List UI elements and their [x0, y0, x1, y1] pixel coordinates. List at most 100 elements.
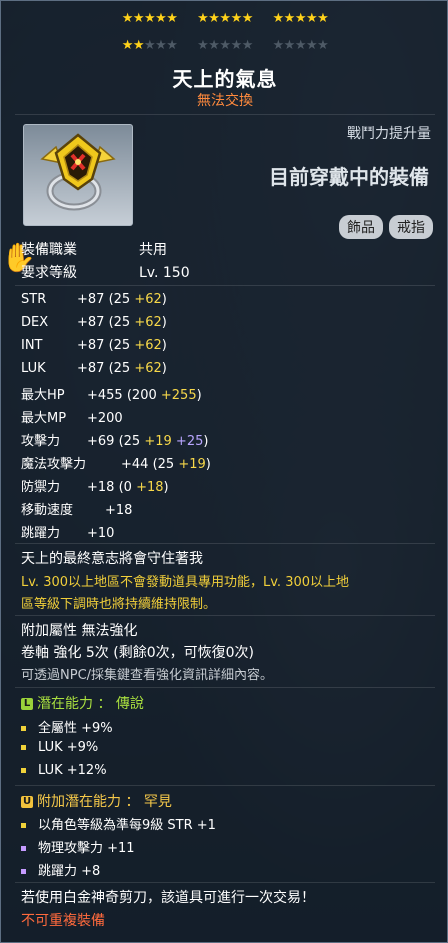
currently-equipped-label: 目前穿戴中的裝備 [269, 165, 429, 189]
stat-close: ) [196, 388, 202, 403]
stat-label: LUK [21, 361, 46, 376]
star-filled: ★★ [121, 38, 145, 53]
star-group-2: ★★★★★ [197, 11, 253, 26]
stat-label: 攻擊力 [21, 434, 61, 449]
stat-label: 最大MP [21, 411, 67, 426]
level-warning-line-2: 區等級下調時也將持續維持限制。 [21, 597, 217, 612]
stat-row: 魔法攻擊力 +44 (25 +19) [21, 453, 211, 472]
bullet-icon [21, 846, 26, 851]
stat-label: 移動速度 [21, 503, 74, 518]
level-warning-line-1: Lv. 300以上地區不會發動道具專用功能，Lv. 300以上地 [21, 575, 350, 590]
star-group-1: ★★★★★ [121, 11, 178, 26]
flavor-text: 天上的最終意志將會守住著我 [21, 551, 203, 567]
potential-title: 潛在能力 ： 傳說 [37, 696, 144, 712]
item-name: 天上的氣息 [172, 67, 278, 91]
stat-base: (25 [108, 292, 131, 307]
bullet-icon [21, 869, 26, 874]
tag-ring: 戒指 [389, 215, 433, 239]
stat-row: 跳躍力 +10 [21, 522, 114, 541]
stat-base: (25 [118, 434, 141, 449]
req-value: 共用 [139, 242, 167, 258]
potential-line: LUK +9% [21, 740, 98, 755]
stat-row: 攻擊力 +69 (25 +19 +25) [21, 430, 208, 449]
req-level: 要求等級 Lv. 150 [21, 262, 190, 282]
req-value: Lv. 150 [139, 265, 190, 281]
stat-label: DEX [21, 315, 49, 330]
stat-base: (200 [126, 388, 157, 403]
stat-bonus: +19 [178, 457, 206, 472]
stat-bonus: +19 [144, 434, 172, 449]
stat-label: 最大HP [21, 388, 65, 403]
enhance-hint: 可透過NPC/採集鍵查看強化資訊詳細內容。 [21, 668, 274, 683]
stat-base: (25 [152, 457, 175, 472]
bonus-potential-line: 跳躍力 +8 [21, 860, 100, 879]
stat-row: 最大HP +455 (200 +255) [21, 384, 202, 403]
stat-label: 防禦力 [21, 480, 61, 495]
stat-bonus: +62 [134, 338, 162, 353]
potential-value: LUK +12% [38, 763, 107, 778]
stat-row: 移動速度 +18 [21, 499, 132, 518]
potential-value: 全屬性 +9% [38, 721, 113, 736]
item-icon-frame [23, 124, 133, 226]
unique-equip-note: 不可重複裝備 [21, 913, 105, 929]
stat-close: ) [203, 434, 209, 449]
stat-bonus-star: +25 [175, 434, 204, 449]
power-increase-label: 戰鬥力提升量 [347, 126, 431, 142]
divider [15, 785, 435, 786]
star-group-4: ★★★★★ [122, 39, 178, 53]
bonus-potential-value: 跳躍力 +8 [38, 864, 101, 879]
divider [15, 615, 435, 616]
potential-value: LUK +9% [38, 740, 99, 755]
bonus-potential-line: 物理攻擊力 +11 [21, 837, 135, 856]
stat-total: +69 [87, 434, 115, 449]
bullet-icon [21, 726, 26, 731]
unique-badge-icon: U [21, 796, 33, 808]
stat-row: 最大MP +200 [21, 407, 123, 426]
stat-total: +44 [121, 457, 149, 472]
ring-icon [40, 133, 116, 211]
stat-row: 防禦力 +18 (0 +18) [21, 476, 169, 495]
stat-label: INT [21, 338, 43, 353]
req-label: 裝備職業 [21, 242, 77, 258]
category-tags: 飾品 戒指 [339, 215, 433, 239]
req-label: 要求等級 [21, 265, 77, 281]
bonus-potential-title: 附加潛在能力 ： 罕見 [37, 794, 172, 810]
bonus-potential-line: 以角色等級為準每9級 STR +1 [21, 814, 216, 833]
stat-base: (0 [118, 480, 132, 495]
stat-close: ) [161, 315, 167, 330]
scissors-trade-note: 若使用白金神奇剪刀，該道具可進行一次交易！ [21, 890, 315, 906]
star-group-6: ★★★★★ [272, 38, 329, 53]
stat-total: +10 [87, 526, 115, 541]
stat-bonus: +62 [134, 315, 162, 330]
star-force-row-2: ★★★★★ ★★★★★ ★★★★★ [1, 39, 448, 53]
divider [15, 687, 435, 688]
star-force-row-1: ★★★★★ ★★★★★ ★★★★★ [1, 12, 448, 26]
bullet-icon [21, 823, 26, 828]
stat-base: (25 [108, 338, 131, 353]
stat-bonus: +62 [134, 292, 162, 307]
stat-label: 魔法攻擊力 [21, 457, 87, 472]
bonus-potential-header: U 附加潛在能力 ： 罕見 [21, 791, 172, 811]
stat-base: (25 [108, 315, 131, 330]
stat-total: +18 [87, 480, 115, 495]
divider [15, 114, 435, 115]
legendary-badge-icon: L [21, 698, 33, 710]
tag-accessory: 飾品 [339, 215, 383, 239]
stat-close: ) [161, 292, 167, 307]
bonus-potential-value: 物理攻擊力 +11 [38, 841, 135, 856]
bullet-icon [21, 768, 26, 773]
req-job: 裝備職業 共用 [21, 239, 167, 259]
stat-row: STR +87 (25 +62) [21, 292, 167, 307]
star-empty: ★★★ [144, 38, 178, 53]
divider [15, 285, 435, 286]
stat-row: INT +87 (25 +62) [21, 338, 167, 353]
stat-total: +87 [77, 292, 105, 307]
stat-close: ) [163, 480, 169, 495]
divider [15, 882, 435, 883]
stat-total: +200 [87, 411, 123, 426]
stat-label: STR [21, 292, 47, 307]
stat-row: DEX +87 (25 +62) [21, 315, 167, 330]
stat-close: ) [161, 361, 167, 376]
enhance-scroll: 卷軸 強化 5次 (剩餘0次，可恢復0次) [21, 645, 254, 661]
trade-status: 無法交換 [197, 93, 253, 109]
